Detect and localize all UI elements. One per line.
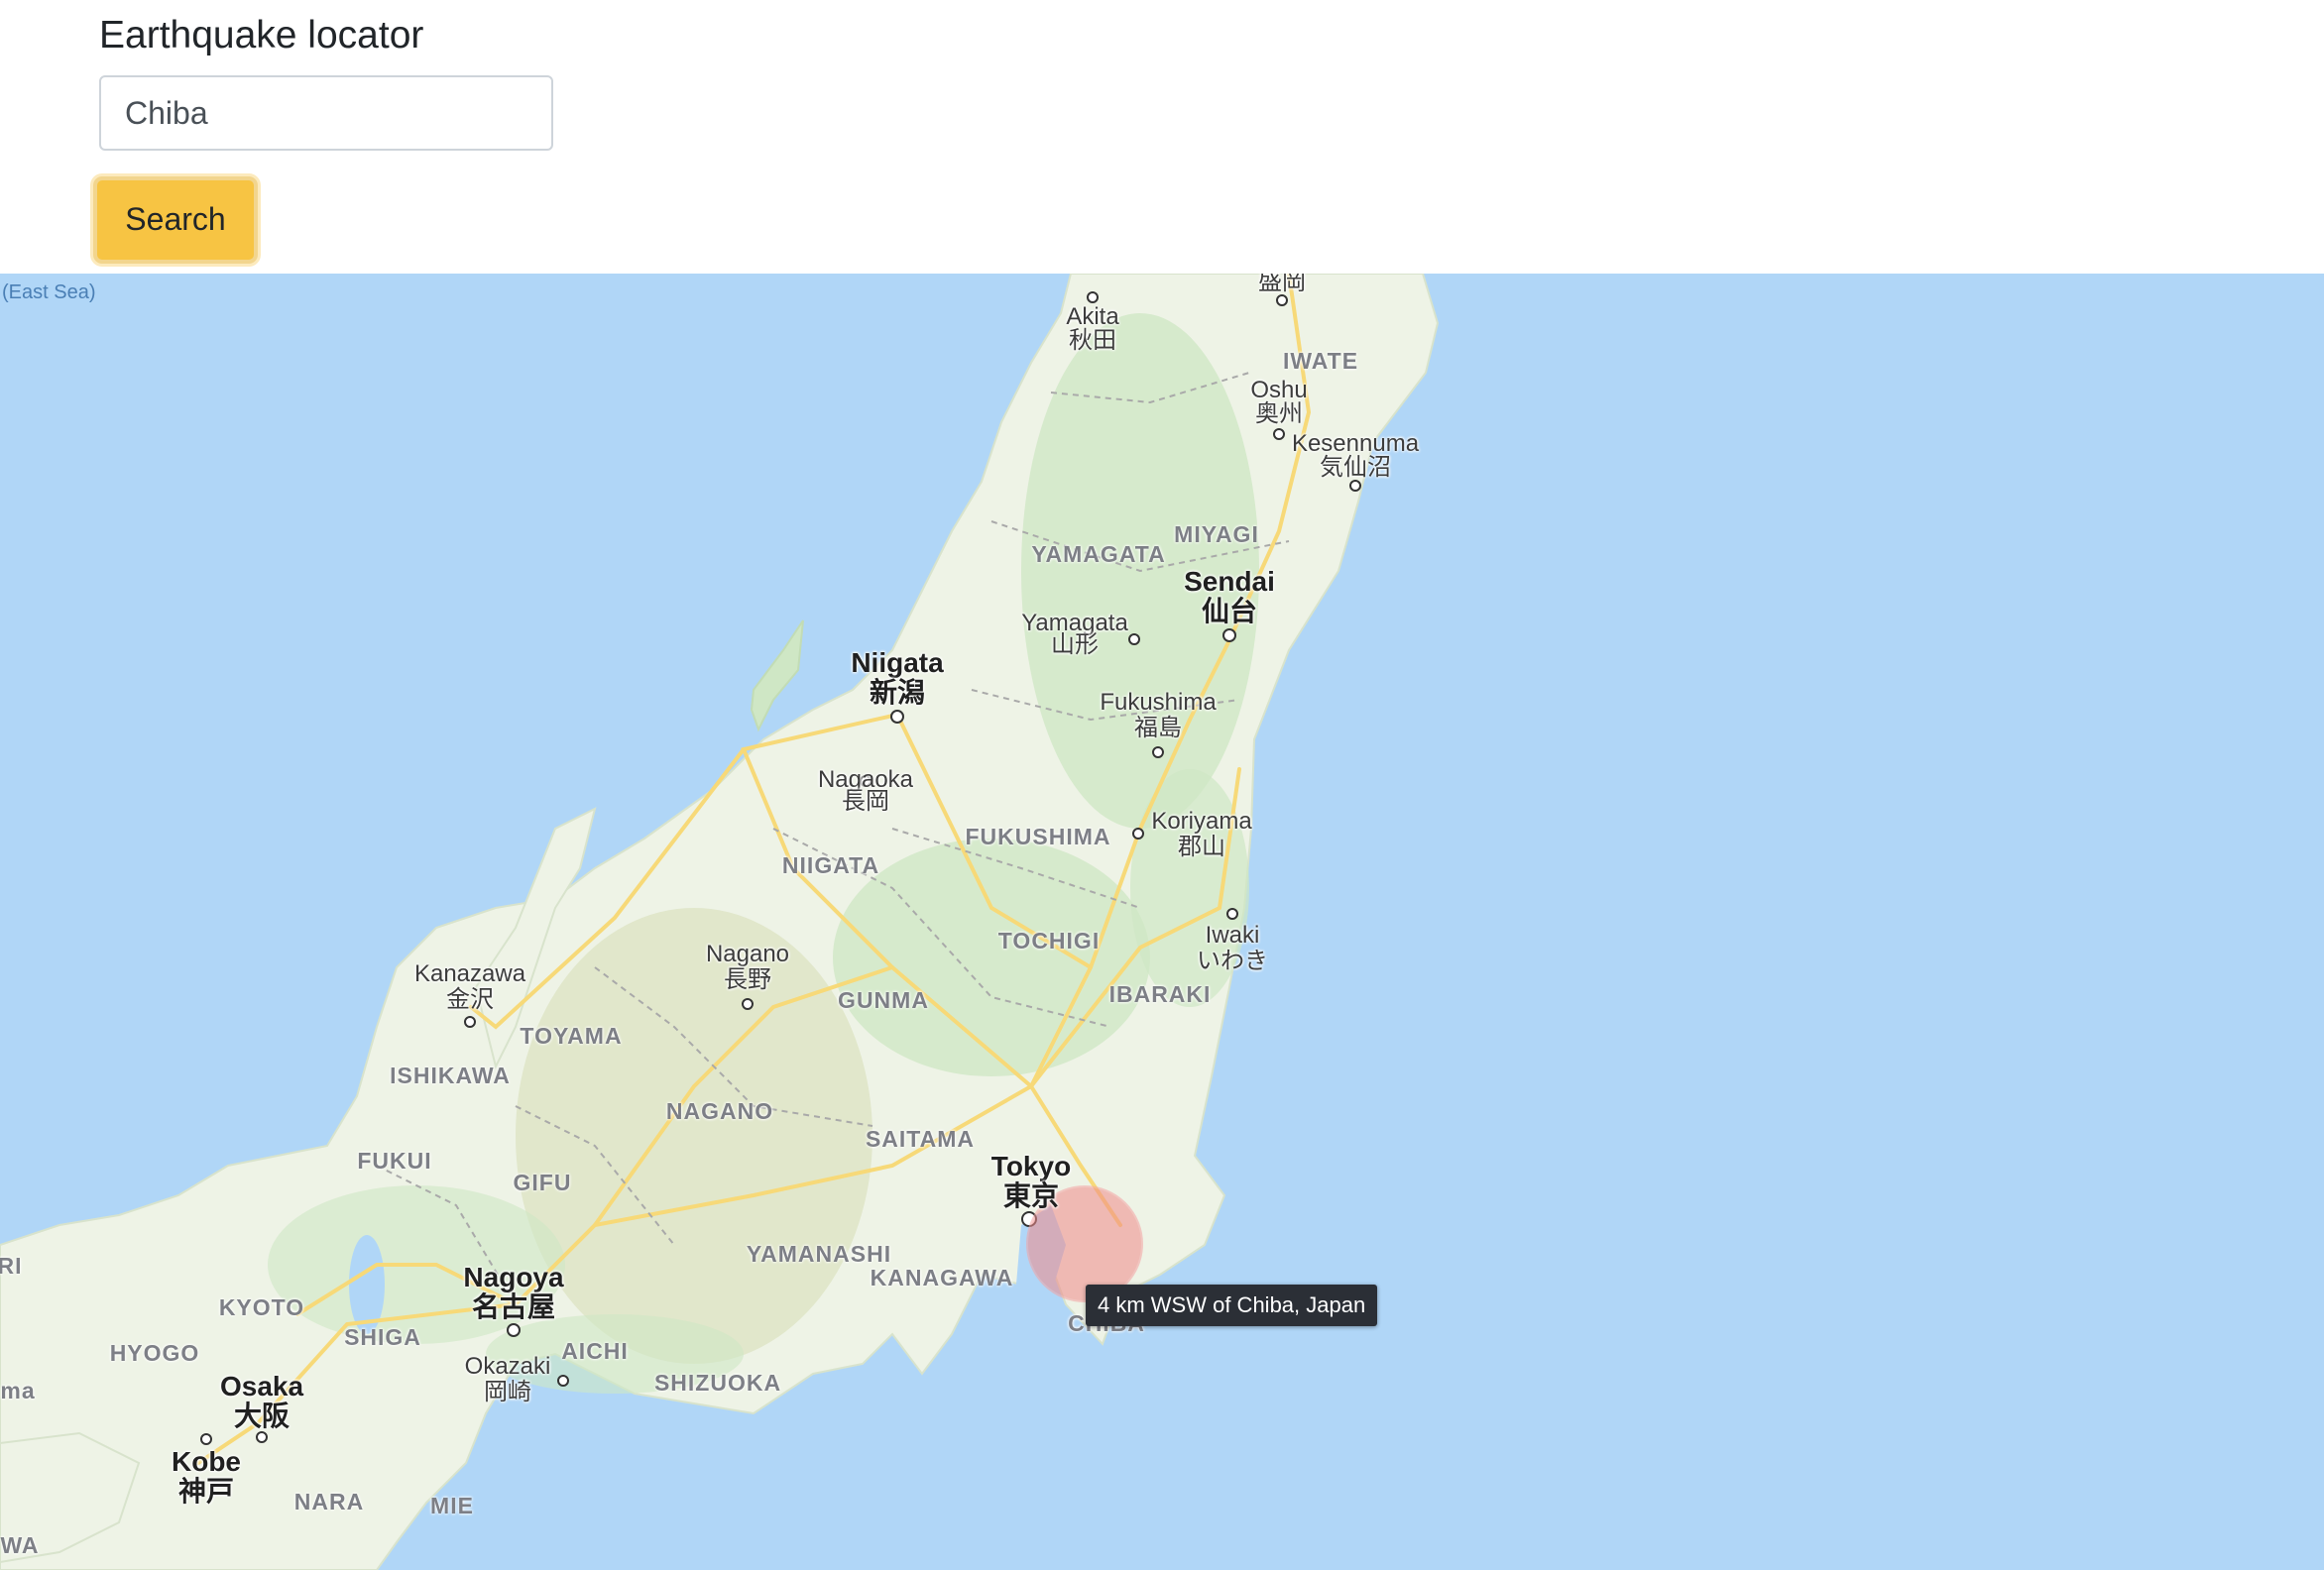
pref-mie: MIE — [430, 1493, 474, 1518]
city-koriyama: Koriyama 郡山 — [1151, 808, 1252, 860]
page-title: Earthquake locator — [99, 14, 424, 56]
pref-shizuoka: SHIZUOKA — [653, 1370, 782, 1396]
pref-yamanashi: YAMANASHI — [746, 1241, 892, 1267]
city-oshu: Oshu 奥州 — [1250, 377, 1308, 427]
map-canvas — [0, 274, 1440, 1570]
pref-kyoto: KYOTO — [218, 1294, 305, 1320]
pref-saitama: SAITAMA — [865, 1126, 976, 1152]
city-osaka: Osaka 大阪 — [219, 1371, 304, 1431]
pref-gifu: GIFU — [513, 1170, 572, 1195]
pref-nagano: NAGANO — [665, 1098, 774, 1124]
pref-ibaraki: IBARAKI — [1108, 981, 1212, 1007]
city-sendai: Sendai 仙台 — [1184, 566, 1275, 626]
search-input[interactable] — [99, 75, 553, 151]
pref-partial-ri: RI — [0, 1253, 23, 1279]
city-kesennuma: Kesennuma 気仙沼 — [1291, 430, 1420, 481]
city-nagoya: Nagoya 名古屋 — [463, 1262, 564, 1322]
city-fukushima: Fukushima 福島 — [1100, 689, 1217, 741]
map[interactable]: (East Sea) 盛岡 Akita 秋田 Oshu 奥州 Kesennuma 気仙… — [0, 274, 2324, 1570]
pref-niigata: NIIGATA — [781, 852, 880, 878]
sea-label: (East Sea) — [2, 281, 96, 303]
city-akita: Akita 秋田 — [1066, 303, 1119, 354]
city-yamagata: Yamagata 山形 — [1021, 610, 1128, 658]
pref-kanagawa: KANAGAWA — [870, 1265, 1014, 1290]
city-kanazawa: Kanazawa 金沢 — [413, 960, 526, 1013]
city-morioka: 盛岡 — [1258, 274, 1306, 295]
pref-fukushima: FUKUSHIMA — [965, 824, 1111, 849]
epicenter-tooltip: 4 km WSW of Chiba, Japan — [1086, 1285, 1378, 1326]
city-iwaki: Iwaki いわき — [1197, 922, 1268, 974]
pref-aichi: AICHI — [561, 1338, 629, 1364]
pref-tochigi: TOCHIGI — [997, 928, 1101, 953]
pref-ishikawa: ISHIKAWA — [390, 1063, 511, 1088]
pref-gunma: GUNMA — [838, 987, 929, 1013]
city-kobe: Kobe 神戸 — [172, 1446, 241, 1507]
pref-fukui: FUKUI — [357, 1148, 432, 1174]
land-sado — [750, 619, 804, 732]
city-okazaki: Okazaki 岡崎 — [464, 1353, 551, 1405]
pref-yamagata: YAMAGATA — [1031, 541, 1166, 567]
header: Earthquake locator Search — [0, 0, 2324, 274]
pref-partial-ma: ma — [0, 1378, 36, 1403]
pref-shiga: SHIGA — [344, 1324, 421, 1350]
city-niigata: Niigata 新潟 — [851, 647, 944, 708]
search-button[interactable]: Search — [93, 176, 258, 264]
pref-partial-wa: WA — [0, 1532, 40, 1558]
pref-miyagi: MIYAGI — [1174, 521, 1259, 547]
pref-toyama: TOYAMA — [520, 1023, 623, 1049]
pref-iwate: IWATE — [1282, 348, 1359, 374]
city-tokyo: Tokyo 東京 — [990, 1151, 1072, 1211]
pref-nara: NARA — [293, 1489, 365, 1514]
city-nagano: Nagano 長野 — [705, 941, 790, 993]
city-nagaoka: Nagaoka 長岡 — [817, 766, 914, 815]
pref-hyogo: HYOGO — [109, 1340, 200, 1366]
